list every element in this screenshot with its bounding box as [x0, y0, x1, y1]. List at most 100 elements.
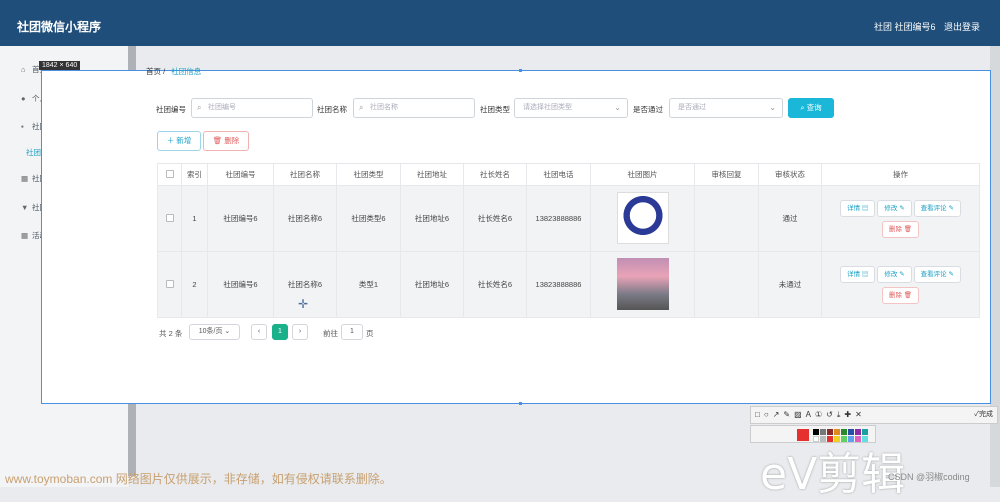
page-size-select[interactable]: 10条/页 ⌄ [189, 324, 240, 340]
row-checkbox[interactable] [165, 279, 174, 288]
color-swatch[interactable] [841, 429, 847, 435]
pencil-icon: ✎ [948, 270, 954, 278]
select-all-checkbox[interactable] [165, 169, 174, 178]
pin-icon[interactable]: ✚ [844, 410, 855, 419]
trash-icon: 🗑 [903, 225, 913, 233]
club-type-select[interactable]: 请选择社团类型 ⌄ [514, 98, 628, 118]
color-swatch[interactable] [848, 429, 854, 435]
grid-icon: ▦ [21, 231, 29, 240]
placeholder: 社团名称 [370, 104, 398, 111]
passed-select[interactable]: 是否通过 ⌄ [669, 98, 783, 118]
trophy-icon: ▼ [21, 203, 29, 212]
row-select [157, 185, 182, 252]
color-swatch[interactable] [862, 429, 868, 435]
page-1-button[interactable]: 1 [272, 324, 288, 340]
plus-icon: ＋ [166, 136, 177, 145]
placeholder: 社团编号 [208, 104, 236, 111]
text-tool-icon[interactable]: A [806, 410, 815, 419]
cell-club-type: 社团类型6 [336, 185, 401, 252]
mosaic-tool-icon[interactable]: ▨ [794, 410, 806, 419]
capture-toolbar: □○↗✎▨A①↺⤓✚✕ ✓完成 [750, 406, 998, 424]
detail-label: 详情 [847, 270, 861, 278]
color-swatch[interactable] [820, 429, 826, 435]
search-button[interactable]: ⌕ 查询 [788, 98, 834, 118]
cell-image [590, 185, 695, 252]
number-tool-icon[interactable]: ① [815, 410, 826, 419]
selection-handle[interactable] [519, 69, 522, 72]
passed-label: 是否通过 [633, 105, 663, 114]
cell-phone: 13823888886 [526, 185, 591, 252]
rect-tool-icon[interactable]: □ [755, 410, 764, 419]
edit-label: 修改 [884, 270, 898, 278]
row-delete-button[interactable]: 删除 🗑 [881, 220, 920, 238]
pencil-icon: ✎ [948, 204, 954, 212]
cell-club-no: 社团编号6 [207, 251, 274, 318]
delete-label: 删除 [888, 225, 902, 233]
undo-icon[interactable]: ↺ [826, 410, 837, 419]
color-swatch[interactable] [827, 429, 833, 435]
color-swatch[interactable] [834, 429, 840, 435]
add-button-label: 新增 [176, 136, 192, 145]
arrow-tool-icon[interactable]: ↗ [773, 410, 784, 419]
row-checkbox[interactable] [165, 213, 174, 222]
table-row: 1 社团编号6 社团名称6 社团类型6 社团地址6 社长姓名6 13823888… [157, 185, 980, 252]
header-club-type: 社团类型 [336, 163, 401, 186]
csdn-credit: CSDN @羽椒coding [888, 472, 970, 482]
comments-label: 查看评论 [920, 204, 947, 212]
club-table: 索引 社团编号 社团名称 社团类型 社团地址 社长姓名 社团电话 社团图片 审核… [157, 163, 980, 318]
add-button[interactable]: ＋ 新增 [157, 131, 201, 151]
chevron-right-icon: › [298, 328, 302, 335]
row-delete-button[interactable]: 删除 🗑 [881, 286, 920, 304]
view-comments-button[interactable]: 查看评论 ✎ [913, 265, 961, 283]
selection-handle[interactable] [519, 402, 522, 405]
color-swatch[interactable] [813, 429, 819, 435]
cell-club-no: 社团编号6 [207, 185, 274, 252]
cell-image [590, 251, 695, 318]
logout-link[interactable]: 退出登录 [944, 20, 980, 33]
goto-label: 前往 [323, 329, 338, 338]
club-no-label: 社团编号 [156, 105, 186, 114]
edit-button[interactable]: 修改 ✎ [877, 199, 912, 217]
next-page-button[interactable]: › [292, 324, 308, 340]
header-club-name: 社团名称 [273, 163, 337, 186]
club-image-headphones[interactable] [616, 191, 669, 244]
cell-reply [694, 251, 759, 318]
goto-page-input[interactable]: 1 [341, 324, 363, 340]
edit-button[interactable]: 修改 ✎ [877, 265, 912, 283]
done-button[interactable]: ✓完成 [974, 407, 993, 423]
delete-label: 删除 [888, 291, 902, 299]
header-image: 社团图片 [590, 163, 695, 186]
search-icon: ⌕ [197, 103, 202, 112]
user-icon: ● [21, 94, 26, 103]
prev-page-button[interactable]: ‹ [251, 324, 267, 340]
ellipse-tool-icon[interactable]: ○ [764, 410, 773, 419]
detail-button[interactable]: 详情 ▤ [840, 199, 876, 217]
home-icon: ⌂ [21, 65, 26, 74]
detail-button[interactable]: 详情 ▤ [840, 265, 876, 283]
cell-status: 通过 [758, 185, 822, 252]
top-bar: 社团微信小程序 社团 社团编号6 退出登录 [0, 0, 1000, 46]
trash-icon: 🗑 [212, 136, 225, 145]
club-no-input[interactable]: ⌕ 社团编号 [191, 98, 313, 118]
cell-actions: 详情 ▤ 修改 ✎ 查看评论 ✎ 删除 🗑 [821, 251, 980, 318]
cell-status: 未通过 [758, 251, 822, 318]
breadcrumb-home[interactable]: 首页 [146, 67, 161, 76]
cell-phone: 13823888886 [526, 251, 591, 318]
page-unit: 页 [366, 329, 374, 338]
close-icon[interactable]: ✕ [855, 410, 866, 419]
pen-tool-icon[interactable]: ✎ [783, 410, 794, 419]
header-status: 审核状态 [758, 163, 822, 186]
cell-index: 2 [181, 251, 208, 318]
club-name-input[interactable]: ⌕ 社团名称 [353, 98, 475, 118]
watermark-text: www.toymoban.com 网络图片仅供展示，非存储，如有侵权请联系删除。 [5, 472, 392, 486]
selection-size-tag: 1842 × 640 [39, 61, 81, 70]
cell-actions: 详情 ▤ 修改 ✎ 查看评论 ✎ 删除 🗑 [821, 185, 980, 252]
cell-reply [694, 185, 759, 252]
batch-delete-button[interactable]: 🗑 删除 [203, 131, 249, 151]
view-comments-button[interactable]: 查看评论 ✎ [913, 199, 961, 217]
color-swatch[interactable] [855, 429, 861, 435]
breadcrumb-separator: / [163, 67, 166, 76]
row-select [157, 251, 182, 318]
page-size-value: 10条/页 [198, 328, 223, 335]
club-image-sunset[interactable] [616, 257, 669, 310]
